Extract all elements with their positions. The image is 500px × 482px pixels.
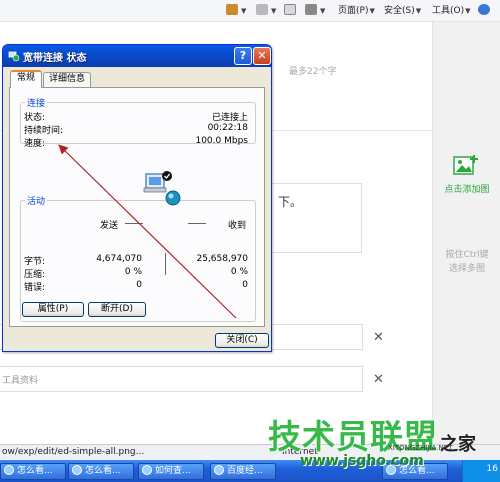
multi-select-hint-line-1: 按住Ctrl键 — [445, 250, 489, 260]
ie-icon — [142, 465, 152, 475]
clock[interactable]: 16 — [487, 464, 498, 474]
sent-line — [125, 223, 143, 224]
multi-select-hint: 按住Ctrl键 选择多图 — [433, 248, 500, 276]
watermark-small: XITONGZHIJIA.NET — [388, 444, 453, 452]
ie-icon — [214, 465, 224, 475]
properties-button[interactable]: 属性(P) — [22, 302, 84, 317]
page-menu[interactable]: 页面(P)▼ — [338, 4, 375, 18]
page-menu-label: 页面(P) — [338, 6, 369, 16]
step-input-2-text: 工具资料 — [2, 376, 39, 386]
add-image-label[interactable]: 点击添加图 — [433, 182, 500, 195]
taskbar: 怎么看... 怎么看... 如何查... 百度经... 怎么看... 16 — [0, 460, 500, 482]
multi-select-hint-line-2: 选择多图 — [448, 264, 485, 274]
received-label: 收到 — [228, 221, 247, 231]
add-image-icon[interactable] — [453, 154, 479, 176]
rss-icon — [256, 4, 268, 15]
taskbar-item-label: 怎么看... — [17, 466, 53, 476]
watermark-suffix: 之家 — [440, 434, 476, 455]
system-tray: 16 — [462, 460, 500, 482]
received-line — [188, 223, 206, 224]
ie-icon — [4, 465, 14, 475]
bytes-sent-value: 4,674,070 — [96, 254, 142, 264]
status-value: 已连接上 — [211, 113, 248, 123]
home-button[interactable]: ▼ — [226, 4, 246, 18]
status-label: 状态: — [24, 113, 46, 123]
bytes-label: 字节: — [24, 257, 46, 267]
compression-label: 压缩: — [24, 270, 46, 280]
network-activity-icon — [143, 171, 181, 206]
close-button[interactable]: 关闭(C) — [215, 333, 269, 348]
ie-command-bar: ▼ ▼ ▼ 页面(P)▼ 安全(S)▼ 工具(O)▼ — [0, 0, 500, 22]
connection-group-title: 连接 — [25, 96, 48, 109]
taskbar-item-label: 如何查... — [155, 466, 191, 476]
sent-label: 发送 — [100, 221, 119, 231]
tab-general[interactable]: 常规 — [10, 70, 42, 88]
disable-button[interactable]: 断开(D) — [88, 302, 146, 317]
speed-value: 100.0 Mbps — [195, 136, 248, 146]
taskbar-item[interactable]: 怎么看... — [0, 463, 66, 480]
remove-step-1-icon[interactable]: ✕ — [373, 330, 384, 345]
tab-panel: 连接 状态: 已连接上 持续时间: 00:22:18 速度: 100.0 Mbp… — [9, 87, 265, 327]
tab-details[interactable]: 详细信息 — [43, 72, 91, 87]
activity-divider — [165, 253, 166, 275]
compression-sent-value: 0 % — [124, 267, 142, 277]
duration-label: 持续时间: — [24, 126, 64, 136]
connection-status-dialog: 宽带连接 状态 ? ✕ 常规 详细信息 连接 状态: 已连接上 持续时间: 00… — [2, 44, 272, 352]
duration-value: 00:22:18 — [207, 123, 248, 133]
home-icon — [226, 4, 238, 15]
mail-button[interactable] — [284, 4, 298, 18]
help-icon — [478, 4, 490, 15]
ie-icon — [72, 465, 82, 475]
taskbar-item[interactable]: 怎么看... — [68, 463, 134, 480]
title-close-button[interactable]: ✕ — [253, 47, 271, 65]
tools-menu-label: 工具(O) — [432, 6, 465, 16]
image-side-panel: 点击添加图 按住Ctrl键 选择多图 — [432, 22, 500, 460]
compression-received-value: 0 % — [230, 267, 248, 277]
help-button[interactable]: ? — [234, 47, 252, 65]
dialog-titlebar[interactable]: 宽带连接 状态 ? ✕ — [3, 45, 271, 67]
bytes-received-value: 25,658,970 — [196, 254, 248, 264]
activity-group-title: 活动 — [25, 194, 48, 207]
content-box-text: 下。 — [278, 195, 303, 209]
step-input-2[interactable]: 工具资料 — [0, 366, 363, 392]
print-button[interactable]: ▼ — [305, 4, 325, 18]
mail-icon — [284, 4, 296, 15]
watermark-url: www.jsgho.com — [300, 453, 424, 469]
safety-menu[interactable]: 安全(S)▼ — [384, 4, 421, 18]
tools-menu[interactable]: 工具(O)▼ — [432, 4, 471, 18]
feeds-button[interactable]: ▼ — [256, 4, 276, 18]
remove-step-2-icon[interactable]: ✕ — [373, 372, 384, 387]
dialog-title: 宽带连接 状态 — [23, 53, 87, 64]
status-url: ow/exp/edit/ed-simple-all.png... — [2, 447, 145, 457]
safety-menu-label: 安全(S) — [384, 6, 415, 16]
printer-icon — [305, 4, 317, 15]
taskbar-item[interactable]: 如何查... — [138, 463, 204, 480]
taskbar-item-label: 怎么看... — [85, 466, 121, 476]
speed-label: 速度: — [24, 139, 46, 149]
taskbar-item[interactable]: 百度经... — [210, 463, 276, 480]
network-icon — [8, 51, 20, 62]
help-menu[interactable] — [478, 4, 492, 18]
char-limit-hint: 最多22个字 — [289, 67, 337, 77]
errors-received-value: 0 — [242, 280, 248, 290]
errors-label: 错误: — [24, 283, 46, 293]
taskbar-item-label: 百度经... — [227, 466, 263, 476]
errors-sent-value: 0 — [136, 280, 142, 290]
